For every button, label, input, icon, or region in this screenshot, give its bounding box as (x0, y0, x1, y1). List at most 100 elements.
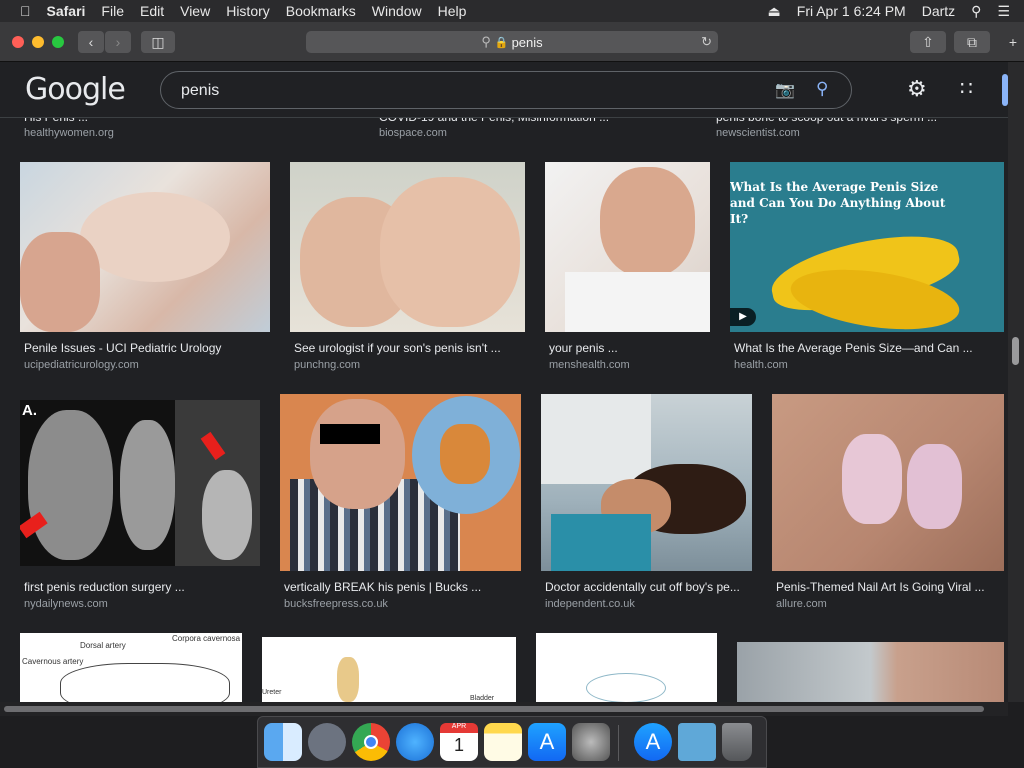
dock-separator (618, 725, 619, 761)
forward-button[interactable]: › (105, 31, 131, 53)
result-image[interactable]: What Is the Average Penis Size and Can Y… (730, 162, 1004, 332)
camera-icon[interactable]: 📷 (775, 80, 795, 100)
system-preferences-icon[interactable] (572, 723, 610, 761)
result-domain[interactable]: ucipediatricurology.com (24, 359, 139, 371)
nail-figure (907, 444, 962, 529)
scroll-thumb[interactable] (1012, 337, 1019, 365)
result-domain[interactable]: health.com (734, 359, 788, 371)
diagram-label: Cavernous artery (22, 657, 84, 666)
trash-icon[interactable] (722, 723, 752, 761)
share-icon: ⇧ (922, 33, 934, 50)
inset-figure (440, 424, 490, 484)
finder-icon[interactable] (264, 723, 302, 761)
result-image[interactable] (280, 394, 521, 571)
diagram-figure (586, 673, 666, 702)
shirt-figure (565, 272, 710, 332)
close-window-button[interactable] (12, 36, 24, 48)
result-title[interactable]: vertically BREAK his penis | Bucks ... (284, 580, 521, 594)
calendar-day: 1 (453, 735, 464, 755)
face-figure (600, 167, 695, 277)
result-title[interactable]: your penis ... (549, 341, 710, 355)
apple-icon[interactable]:  (0, 3, 39, 19)
settings-gear-icon[interactable]: ⚙ (907, 76, 927, 102)
plus-icon: + (1008, 34, 1018, 50)
result-image[interactable] (772, 394, 1004, 571)
result-image[interactable] (737, 642, 1004, 702)
result-image[interactable] (545, 162, 710, 332)
vertical-scrollbar[interactable] (1008, 62, 1024, 702)
safari-icon[interactable] (396, 723, 434, 761)
menu-edit[interactable]: Edit (132, 3, 172, 19)
result-title[interactable]: first penis reduction surgery ... (24, 580, 260, 594)
result-title[interactable]: Penis-Themed Nail Art Is Going Viral ... (776, 580, 1004, 594)
downloads-folder-icon[interactable] (678, 723, 716, 761)
result-title[interactable]: Doctor accidentally cut off boy's pe... (545, 580, 752, 594)
result-domain[interactable]: newscientist.com (716, 127, 800, 139)
launchpad-icon[interactable] (308, 723, 346, 761)
sidebar-button[interactable]: ◫ (141, 31, 175, 53)
result-image[interactable] (290, 162, 525, 332)
user-name[interactable]: Dartz (914, 3, 963, 19)
menu-bookmarks[interactable]: Bookmarks (278, 3, 364, 19)
menu-file[interactable]: File (93, 3, 132, 19)
result-image[interactable]: Ureter Bladder (262, 637, 516, 702)
result-image[interactable]: Dorsal artery Corpora cavernosa Cavernou… (20, 633, 242, 702)
search-input[interactable] (181, 80, 741, 102)
result-domain[interactable]: independent.co.uk (545, 598, 635, 610)
spotlight-icon[interactable]: ⚲ (963, 3, 989, 20)
coat-figure (541, 394, 651, 484)
minimize-window-button[interactable] (32, 36, 44, 48)
share-button[interactable]: ⇧ (910, 31, 946, 53)
result-image[interactable] (20, 162, 270, 332)
chevron-left-icon: ‹ (88, 34, 94, 50)
search-icon: ⚲ (481, 34, 491, 49)
diagram-figure (60, 663, 230, 702)
menu-app-name[interactable]: Safari (39, 3, 94, 19)
dock: APR 1 A A (257, 716, 767, 768)
image-overlay-text: What Is the Average Penis Size and Can Y… (730, 180, 946, 226)
menu-help[interactable]: Help (430, 3, 475, 19)
clock[interactable]: Fri Apr 1 6:24 PM (789, 3, 914, 19)
search-icon[interactable]: ⚲ (816, 79, 828, 99)
notification-center-icon[interactable]: ☰ (989, 3, 1024, 20)
video-play-icon[interactable]: ▶ (730, 308, 756, 326)
notes-icon[interactable] (484, 723, 522, 761)
result-domain[interactable]: menshealth.com (549, 359, 630, 371)
chrome-icon[interactable] (352, 723, 390, 761)
result-image[interactable] (541, 394, 752, 571)
zoom-window-button[interactable] (52, 36, 64, 48)
menu-window[interactable]: Window (364, 3, 430, 19)
address-bar[interactable]: ⚲ 🔒 penis ↻ (306, 31, 718, 53)
result-image[interactable] (536, 633, 717, 702)
baby-figure (80, 192, 230, 282)
tabs-icon: ⧉ (967, 33, 977, 50)
result-domain[interactable]: nydailynews.com (24, 598, 108, 610)
google-header: Google 📷 ⚲ ⚙ ∷ (0, 62, 1008, 118)
result-title[interactable]: Penile Issues - UCI Pediatric Urology (24, 341, 270, 355)
result-domain[interactable]: healthywomen.org (24, 127, 114, 139)
back-button[interactable]: ‹ (78, 31, 104, 53)
result-domain[interactable]: punchng.com (294, 359, 360, 371)
hand-figure (20, 232, 100, 332)
menu-history[interactable]: History (218, 3, 278, 19)
tabs-overview-button[interactable]: ⧉ (954, 31, 990, 53)
appstore-icon[interactable]: A (634, 723, 672, 761)
result-image[interactable]: A. (20, 400, 260, 566)
apps-grid-icon[interactable]: ∷ (960, 76, 973, 101)
reload-icon[interactable]: ↻ (701, 34, 712, 50)
scan-figure (120, 420, 175, 550)
eject-icon[interactable]: ⏏ (760, 3, 789, 20)
drape-figure (551, 514, 651, 571)
result-title[interactable]: What Is the Average Penis Size—and Can .… (734, 341, 1000, 355)
calendar-icon[interactable]: APR 1 (440, 723, 478, 761)
menu-view[interactable]: View (172, 3, 218, 19)
scroll-thumb[interactable] (4, 706, 984, 712)
result-domain[interactable]: allure.com (776, 598, 827, 610)
appstore-icon[interactable]: A (528, 723, 566, 761)
result-domain[interactable]: biospace.com (379, 127, 447, 139)
result-domain[interactable]: bucksfreepress.co.uk (284, 598, 388, 610)
google-logo[interactable]: Google (25, 72, 126, 107)
result-title[interactable]: See urologist if your son's penis isn't … (294, 341, 525, 355)
new-tab-button[interactable]: + (1002, 31, 1024, 53)
horizontal-scrollbar[interactable] (0, 702, 1008, 716)
